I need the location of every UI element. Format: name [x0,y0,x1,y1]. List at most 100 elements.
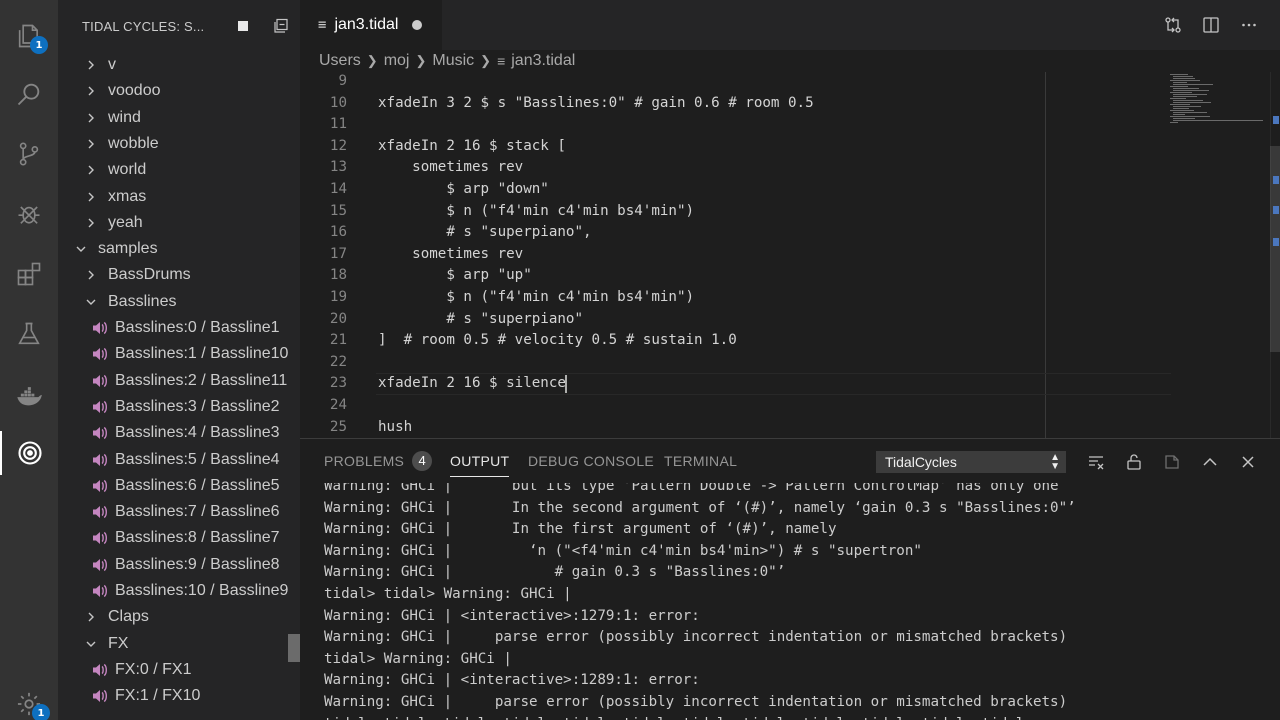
chevron-right-icon: ❯ [480,53,492,68]
tab-jan3-tidal[interactable]: ≡ jan3.tidal [300,0,442,50]
search-icon[interactable] [0,72,58,116]
code-line[interactable]: 16 # s "superpiano", [300,222,1280,244]
code-line[interactable]: 15 $ n ("f4'min c4'min bs4'min") [300,201,1280,223]
output-line: Warning: GHCi | # gain 0.3 s "Basslines:… [324,564,786,581]
tree-item-label: Claps [108,608,149,626]
code-line[interactable]: 10 xfadeIn 3 2 $ s "Basslines:0" # gain 0… [300,93,1280,115]
line-number: 23 [329,375,347,392]
stop-icon[interactable] [224,20,262,32]
tab-debug-console[interactable]: DEBUG CONSOLE [528,453,654,477]
sound-item[interactable]: Basslines:2 / Bassline11 [58,368,287,394]
sidebar: TIDAL CYCLES: S... v voodoo wind wobble worl… [58,0,300,720]
extensions-icon[interactable] [0,252,58,296]
folder-item[interactable]: BassDrums [58,262,191,288]
tidal-icon[interactable] [0,431,58,475]
folder-item[interactable]: FX [58,631,128,657]
editor-scrollbar[interactable] [1270,72,1280,438]
tab-problems[interactable]: PROBLEMS 4 [324,450,433,477]
speaker-icon [92,479,108,493]
code-line[interactable]: 20 # s "superpiano" [300,309,1280,331]
sound-item[interactable]: Basslines:10 / Bassline9 [58,578,288,604]
text-cursor [565,375,567,393]
folder-item[interactable]: Basslines [58,289,176,315]
code-line[interactable]: 13 sometimes rev [300,157,1280,179]
testing-icon[interactable] [0,312,58,356]
line-number: 18 [329,267,347,284]
sound-item[interactable]: Basslines:6 / Bassline5 [58,473,280,499]
code-editor[interactable]: 9 10 xfadeIn 3 2 $ s "Basslines:0" # gain … [300,72,1280,438]
split-editor-icon[interactable] [1200,14,1222,36]
files-icon[interactable]: 1 [0,14,58,58]
unsaved-dot-icon[interactable] [412,20,423,30]
code-line[interactable]: 19 $ n ("f4'min c4'min bs4'min") [300,287,1280,309]
more-actions-icon[interactable] [1238,14,1260,36]
folder-item[interactable]: wind [58,105,141,131]
code-line[interactable]: 11 [300,114,1280,136]
tab-terminal[interactable]: TERMINAL [664,453,737,477]
output-channel-select[interactable]: TidalCycles ▲ ▼ [876,451,1066,473]
source-control-icon[interactable] [0,132,58,176]
folder-item[interactable]: Claps [58,604,149,630]
sound-item[interactable]: Basslines:4 / Bassline3 [58,420,280,446]
code-line[interactable]: 9 [300,72,1280,93]
minimap-line [1173,90,1209,91]
folder-item[interactable]: wobble [58,131,159,157]
breadcrumb-item[interactable]: moj [384,52,410,70]
compare-changes-icon[interactable] [1162,14,1184,36]
problems-count-badge: 4 [412,450,433,471]
maximize-panel-icon[interactable] [1200,452,1220,472]
clear-output-icon[interactable] [1086,452,1106,472]
debug-icon[interactable] [0,192,58,236]
sound-item[interactable]: Basslines:0 / Bassline1 [58,315,280,341]
speaker-icon [92,426,108,440]
folder-item[interactable]: yeah [58,210,143,236]
close-panel-icon[interactable] [1238,452,1258,472]
panel-tabs: PROBLEMS 4 OUTPUT DEBUG CONSOLE TERMINAL … [300,439,1280,483]
code-line[interactable]: 12 xfadeIn 2 16 $ stack [ [300,136,1280,158]
open-log-icon[interactable] [1162,452,1182,472]
output-console[interactable]: Warning: GHCi | but its type ‘Pattern Do… [300,483,1280,720]
sound-item[interactable]: Basslines:7 / Bassline6 [58,499,280,525]
sound-item[interactable]: Basslines:9 / Bassline8 [58,552,280,578]
sound-item[interactable]: Basslines:5 / Bassline4 [58,447,280,473]
sound-item[interactable]: Basslines:3 / Bassline2 [58,394,280,420]
folder-item[interactable]: world [58,157,146,183]
code-line[interactable]: 24 [300,395,1280,417]
collapse-all-icon[interactable] [262,18,300,34]
settings-icon[interactable]: 1 [0,682,58,720]
minimap[interactable] [1170,72,1270,132]
tree-item-label: v [108,56,116,73]
tree-item-label: Basslines:1 / Bassline10 [115,345,289,363]
sidebar-scrollbar[interactable] [288,634,300,662]
sound-item[interactable]: FX:1 / FX10 [58,683,200,709]
sound-item[interactable]: Basslines:8 / Bassline7 [58,525,280,551]
code-line[interactable]: 18 $ arp "up" [300,265,1280,287]
chevron-down-icon [84,637,98,651]
select-caret-icon: ▲ ▼ [1050,452,1060,472]
code-line[interactable]: 25 hush [300,417,1280,438]
minimap-line [1173,106,1201,107]
tree-item-label: Basslines:0 / Bassline1 [115,319,280,336]
sound-item[interactable]: Basslines:1 / Bassline10 [58,341,288,367]
lock-scroll-icon[interactable] [1124,452,1144,472]
breadcrumb-item[interactable]: Users [319,52,361,70]
output-line: Warning: GHCi | ‘n ("<f4'min c4'min bs4'… [324,542,922,559]
code-line[interactable]: 17 sometimes rev [300,244,1280,266]
folder-item[interactable]: v [58,52,116,78]
line-number: 20 [329,310,347,327]
breadcrumb-item[interactable]: jan3.tidal [511,52,575,70]
code-line[interactable]: 22 [300,352,1280,374]
sound-item[interactable]: FX:0 / FX1 [58,657,191,683]
docker-icon[interactable] [0,374,58,418]
code-line[interactable]: 23 xfadeIn 2 16 $ silence [300,373,1280,395]
code-line[interactable]: 21] # room 0.5 # velocity 0.5 # sustain … [300,330,1280,352]
tab-output[interactable]: OUTPUT [450,453,510,477]
folder-item[interactable]: xmas [58,184,146,210]
breadcrumb-item[interactable]: Music [432,52,474,70]
tab-problems-label: PROBLEMS [324,453,405,469]
tree-item-label: Basslines [108,292,177,310]
folder-item[interactable]: samples [58,236,158,262]
folder-item[interactable]: voodoo [58,78,161,104]
minimap-line [1170,110,1194,111]
code-line[interactable]: 14 $ arp "down" [300,179,1280,201]
